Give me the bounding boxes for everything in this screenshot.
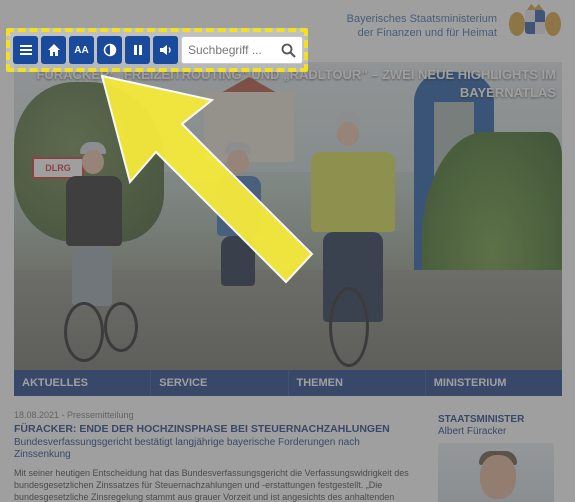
font-size-button[interactable]: AA xyxy=(69,36,94,64)
bavarian-crest-logo[interactable] xyxy=(507,2,563,40)
cyclist-front xyxy=(299,112,409,367)
minister-title: STAATSMINISTER xyxy=(438,414,525,425)
minister-name[interactable]: Albert Füracker xyxy=(438,426,562,437)
read-aloud-button[interactable] xyxy=(153,36,178,64)
nav-item-ministerium[interactable]: MINISTERIUM xyxy=(426,370,562,396)
search-icon[interactable] xyxy=(281,43,296,58)
accessibility-toolbar: AA xyxy=(13,36,303,64)
speaker-icon xyxy=(159,45,171,55)
portrait-face xyxy=(480,455,516,499)
search-box xyxy=(181,36,303,64)
article-body: Mit seiner heutigen Entscheidung hat das… xyxy=(14,468,409,502)
hero-image[interactable]: DLRG Füracker: „Freizeitrouting" und „Ra… xyxy=(14,62,562,370)
article-meta: 18.08.2021 - Pressemitteilung xyxy=(14,410,134,420)
ministry-name-line2: der Finanzen und für Heimat xyxy=(357,27,497,39)
main-navigation: AKTUELLES SERVICE THEMEN MINISTERIUM xyxy=(14,370,562,396)
font-size-icon: AA xyxy=(74,44,89,56)
cyclist-left xyxy=(44,142,138,362)
ministry-name-line1: Bayerisches Staatsministerium xyxy=(346,13,497,25)
nav-item-service[interactable]: SERVICE xyxy=(151,370,289,396)
pause-button[interactable] xyxy=(125,36,150,64)
article-subhead: Bundesverfassungsgericht bestätigt langj… xyxy=(14,437,360,460)
cyclist-middle xyxy=(209,142,269,342)
minister-sidebar: STAATSMINISTER Albert Füracker xyxy=(438,414,562,502)
contrast-button[interactable] xyxy=(97,36,122,64)
nav-item-themen[interactable]: THEMEN xyxy=(289,370,426,396)
contrast-icon xyxy=(103,43,116,57)
pause-icon xyxy=(133,45,142,55)
article-headline[interactable]: FÜRACKER: ENDE DER HOCHZINSPHASE BEI STE… xyxy=(14,423,414,435)
menu-button[interactable] xyxy=(13,36,38,64)
minister-portrait[interactable] xyxy=(438,443,554,502)
search-input[interactable] xyxy=(188,43,284,57)
home-button[interactable] xyxy=(41,36,66,64)
home-icon xyxy=(47,44,60,56)
ministry-name[interactable]: Bayerisches Staatsministerium der Finanz… xyxy=(347,12,497,40)
menu-icon xyxy=(19,45,32,55)
news-article: 18.08.2021 - Pressemitteilung FÜRACKER: … xyxy=(14,410,414,502)
nav-item-aktuelles[interactable]: AKTUELLES xyxy=(14,370,152,396)
